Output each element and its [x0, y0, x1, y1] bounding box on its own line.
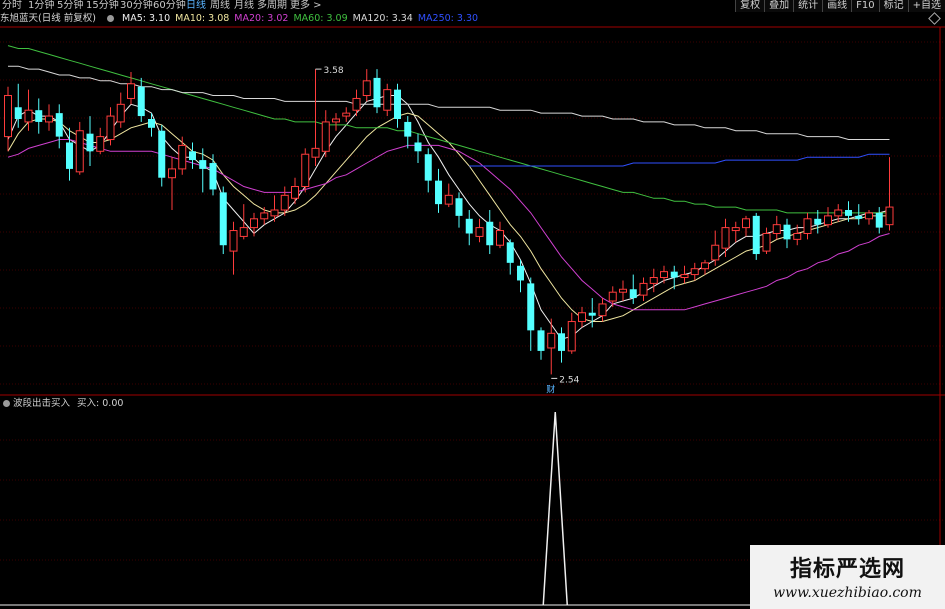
candle-body-up	[731, 227, 740, 232]
candle-body-up	[475, 227, 484, 237]
candle-body-down	[670, 271, 678, 278]
candle-body-up	[383, 89, 392, 111]
candle-body-down	[875, 212, 883, 228]
candle-body-up	[865, 212, 873, 220]
candle-body-up	[239, 227, 248, 237]
candle-body-up	[772, 224, 781, 234]
candle-body-up	[127, 83, 135, 99]
candle-body-up	[680, 274, 689, 279]
candle-body-up	[824, 215, 832, 226]
candle-body-down	[424, 154, 432, 181]
candle-body-up	[291, 186, 299, 199]
candle-body-up	[4, 95, 12, 138]
candle-body-up	[178, 144, 187, 170]
candle-body-up	[75, 130, 84, 173]
signal-spike	[542, 411, 568, 606]
candle-body-down	[86, 133, 94, 152]
candle-body-down	[752, 215, 760, 255]
candle-body-up	[45, 115, 53, 123]
candle-body-up	[762, 232, 771, 252]
candle-body-down	[435, 180, 442, 205]
candle-body-up	[362, 80, 371, 97]
watermark-url: www.xuezhibiao.com	[773, 585, 922, 601]
candle-body-up	[803, 218, 812, 234]
candle-body-up	[168, 168, 176, 179]
candle-body-up	[116, 103, 125, 123]
candle-body-up	[690, 268, 699, 276]
candle-body-down	[14, 107, 22, 119]
candle-body-down	[506, 242, 514, 263]
low-label: 2.54	[559, 375, 579, 385]
candle-body-down	[517, 265, 524, 281]
kline-chart[interactable]: 3.58 2.54 财	[0, 0, 945, 609]
candle-body-up	[639, 282, 648, 296]
candle-body-up	[578, 312, 586, 323]
candle-body-up	[567, 321, 576, 352]
candle-body-up	[342, 112, 351, 117]
candle-body-down	[55, 113, 63, 137]
candle-body-up	[619, 288, 627, 293]
candle-body-up	[742, 218, 750, 229]
candle-body-down	[537, 330, 545, 351]
candle-body-up	[608, 291, 617, 302]
candle-body-down	[35, 110, 43, 122]
candle-body-up	[332, 118, 340, 123]
candle-body-up	[321, 121, 330, 152]
candle-body-up	[301, 153, 310, 188]
candle-body-down	[814, 218, 822, 225]
candle-body-up	[496, 230, 504, 246]
watermark-title: 指标严选网	[789, 557, 905, 582]
candle-body-down	[486, 221, 494, 246]
candle-body-up	[701, 262, 709, 270]
high-label: 3.58	[324, 66, 344, 76]
candle-body-down	[394, 89, 401, 119]
candle-body-down	[465, 218, 473, 234]
candle-body-down	[209, 163, 217, 190]
candle-body-up	[96, 136, 105, 152]
candle-body-down	[414, 142, 422, 152]
candle-body-down	[588, 312, 596, 316]
candle-body-up	[280, 194, 289, 211]
candle-body-up	[352, 97, 361, 111]
candle-body-down	[373, 77, 381, 108]
ma-line-MA250	[469, 153, 890, 167]
candle-body-up	[106, 115, 115, 141]
candle-body-up	[793, 232, 802, 240]
event-marker: 财	[546, 383, 555, 395]
candle-body-up	[649, 277, 658, 284]
candle-body-down	[199, 160, 207, 169]
candle-body-up	[24, 109, 33, 123]
candle-body-up	[721, 227, 730, 249]
candle-body-up	[444, 194, 453, 205]
candle-body-down	[137, 86, 145, 117]
candle-body-up	[270, 209, 279, 217]
candle-body-down	[783, 224, 791, 240]
candle-body-down	[66, 142, 73, 169]
candle-body-up	[260, 212, 269, 220]
candle-body-down	[158, 130, 166, 178]
candle-body-up	[229, 230, 238, 252]
candle-body-down	[845, 210, 852, 216]
candle-body-down	[148, 119, 155, 128]
candle-body-up	[660, 271, 668, 279]
candle-body-up	[598, 303, 607, 317]
candle-body-up	[311, 147, 320, 158]
candle-body-down	[527, 283, 535, 331]
candle-body-up	[885, 206, 894, 226]
candle-body-down	[404, 121, 412, 137]
candle-body-down	[558, 333, 565, 351]
candle-body-up	[834, 209, 843, 217]
candle-body-down	[629, 289, 637, 299]
candle-body-up	[547, 332, 556, 349]
watermark: 指标严选网 www.xuezhibiao.com	[750, 545, 945, 609]
candle-body-up	[711, 244, 720, 261]
candle-body-down	[189, 151, 196, 161]
candle-body-down	[455, 198, 463, 216]
candle-body-up	[250, 218, 258, 229]
candle-body-down	[855, 215, 863, 219]
candle-body-down	[219, 192, 227, 246]
